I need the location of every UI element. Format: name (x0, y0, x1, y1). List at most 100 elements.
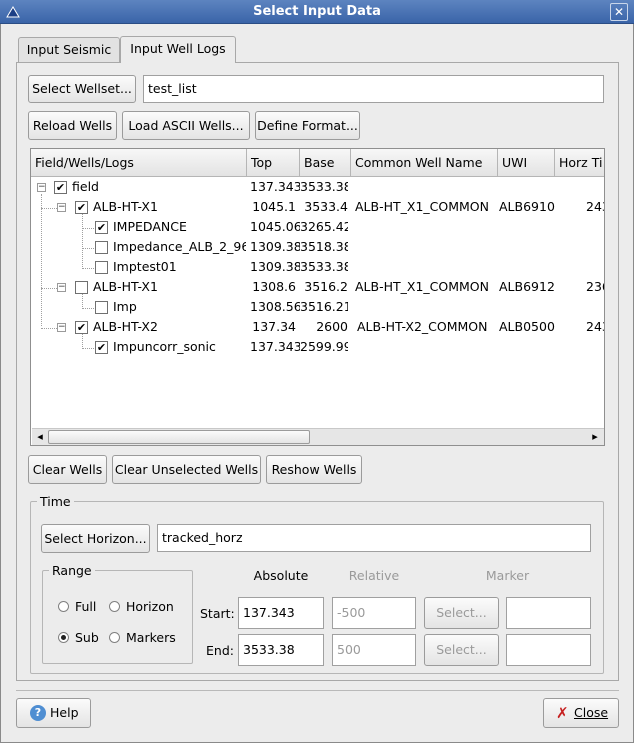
cell-common-well-name: ALB-HT_X1_COMMON (355, 199, 489, 214)
absolute-column-label: Absolute (253, 568, 309, 583)
row-checkbox[interactable] (95, 241, 108, 254)
collapse-toggle-icon[interactable]: − (37, 183, 46, 192)
start-relative-field[interactable]: -500 (332, 597, 416, 629)
row-checkbox[interactable] (95, 261, 108, 274)
tree-node-label[interactable]: Impedance_ALB_2_96 (113, 237, 246, 257)
cell-base: 3265.42 (300, 219, 348, 234)
help-button[interactable]: ? Help (16, 698, 91, 728)
wellset-field[interactable]: test_list (143, 75, 604, 103)
reload-wells-button[interactable]: Reload Wells (28, 111, 117, 140)
tree-line (82, 248, 96, 249)
tree-node-label[interactable]: Imptest01 (113, 257, 245, 277)
tree-line (82, 334, 83, 349)
select-wellset-button[interactable]: Select Wellset... (28, 75, 136, 103)
row-checkbox[interactable]: ✔ (54, 181, 67, 194)
wells-tree-table[interactable]: Field/Wells/Logs Top Base Common Well Na… (30, 148, 605, 446)
cell-top: 1309.38 (250, 259, 300, 274)
column-header-top[interactable]: Top (247, 149, 300, 177)
row-checkbox[interactable] (75, 281, 88, 294)
end-relative-field[interactable]: 500 (332, 634, 416, 666)
close-x-icon: ✗ (556, 704, 569, 722)
tree-line (41, 194, 42, 326)
clear-wells-button[interactable]: Clear Wells (28, 455, 107, 484)
tree-node-label[interactable]: IMPEDANCE (113, 217, 245, 237)
cell-top: 137.343 (250, 339, 300, 354)
end-label: End: (206, 643, 234, 658)
tree-line (82, 214, 83, 269)
cell-base: 3533.4 (304, 199, 348, 214)
window-close-icon[interactable]: ✕ (610, 3, 628, 21)
column-header-base[interactable]: Base (300, 149, 351, 177)
start-absolute-field[interactable]: 137.343 (238, 597, 324, 629)
range-group-legend: Range (49, 563, 95, 578)
scrollbar-thumb[interactable] (48, 430, 310, 444)
load-ascii-wells-button[interactable]: Load ASCII Wells... (122, 111, 250, 140)
define-format-button[interactable]: Define Format... (255, 111, 360, 140)
radio-markers-label[interactable]: Markers (126, 630, 176, 645)
tab-input-well-logs[interactable]: Input Well Logs (120, 36, 236, 63)
radio-full[interactable] (58, 601, 69, 612)
start-marker-select-button[interactable]: Select... (424, 597, 499, 629)
cell-base: 3518.38 (300, 239, 348, 254)
cell-base: 3533.38 (300, 259, 348, 274)
end-marker-field[interactable] (506, 634, 591, 666)
end-absolute-field[interactable]: 3533.38 (238, 634, 324, 666)
radio-horizon-label[interactable]: Horizon (126, 599, 174, 614)
help-icon: ? (30, 705, 46, 721)
cell-top: 1045.1 (252, 199, 296, 214)
close-button-label: Close (574, 705, 609, 720)
cell-top: 137.34 (252, 319, 296, 334)
column-header-uwi[interactable]: UWI (498, 149, 555, 177)
tree-line (82, 308, 96, 309)
collapse-toggle-icon[interactable]: − (57, 203, 66, 212)
scroll-right-icon[interactable]: ▸ (588, 430, 602, 444)
tree-node-label[interactable]: Impuncorr_sonic (113, 337, 245, 357)
column-header-horz-time[interactable]: Horz Ti (555, 149, 604, 177)
radio-full-label[interactable]: Full (75, 599, 96, 614)
row-checkbox[interactable]: ✔ (95, 221, 108, 234)
cell-uwi: ALB6910 (499, 199, 555, 214)
relative-column-label: Relative (348, 568, 400, 583)
collapse-toggle-icon[interactable]: − (57, 323, 66, 332)
cell-top: 1045.06 (250, 219, 300, 234)
tree-node-label[interactable]: ALB-HT-X1 (93, 197, 243, 217)
radio-sub[interactable] (58, 632, 69, 643)
cell-common-well-name: ALB-HT_X1_COMMON (355, 279, 489, 294)
close-button[interactable]: ✗ Close (543, 698, 619, 728)
row-checkbox[interactable]: ✔ (95, 341, 108, 354)
cell-base: 2600 (316, 319, 348, 334)
cell-base: 3533.38 (300, 179, 348, 194)
row-checkbox[interactable]: ✔ (75, 321, 88, 334)
help-button-label: Help (50, 705, 79, 720)
time-group-legend: Time (37, 494, 74, 509)
tree-node-label[interactable]: field (72, 177, 242, 197)
select-horizon-button[interactable]: Select Horizon... (41, 524, 150, 553)
radio-horizon[interactable] (109, 601, 120, 612)
radio-markers[interactable] (109, 632, 120, 643)
scroll-left-icon[interactable]: ◂ (33, 430, 47, 444)
tree-node-label[interactable]: ALB-HT-X1 (93, 277, 243, 297)
tab-input-seismic[interactable]: Input Seismic (18, 37, 120, 63)
tree-node-label[interactable]: Imp (113, 297, 245, 317)
collapse-toggle-icon[interactable]: − (57, 283, 66, 292)
radio-sub-label[interactable]: Sub (75, 630, 99, 645)
start-label: Start: (200, 606, 235, 621)
start-marker-field[interactable] (506, 597, 591, 629)
cell-top: 1309.38 (250, 239, 300, 254)
clear-unselected-wells-button[interactable]: Clear Unselected Wells (112, 455, 261, 484)
tree-node-label[interactable]: ALB-HT-X2 (93, 317, 243, 337)
row-checkbox[interactable]: ✔ (75, 201, 88, 214)
end-marker-select-button[interactable]: Select... (424, 634, 499, 666)
horizon-field[interactable]: tracked_horz (157, 524, 591, 552)
cell-horz-time: 236 (586, 279, 604, 294)
horizontal-scrollbar[interactable]: ◂ ▸ (32, 428, 604, 445)
column-header-common-well-name[interactable]: Common Well Name (351, 149, 498, 177)
column-header-field[interactable]: Field/Wells/Logs (31, 149, 247, 177)
row-checkbox[interactable] (95, 301, 108, 314)
footer-separator (16, 690, 619, 691)
cell-common-well-name: ALB-HT-X2_COMMON (357, 319, 488, 334)
reshow-wells-button[interactable]: Reshow Wells (266, 455, 362, 484)
cell-uwi: ALB6912 (499, 279, 555, 294)
cell-horz-time: 243 (586, 319, 604, 334)
cell-top: 1308.6 (252, 279, 296, 294)
